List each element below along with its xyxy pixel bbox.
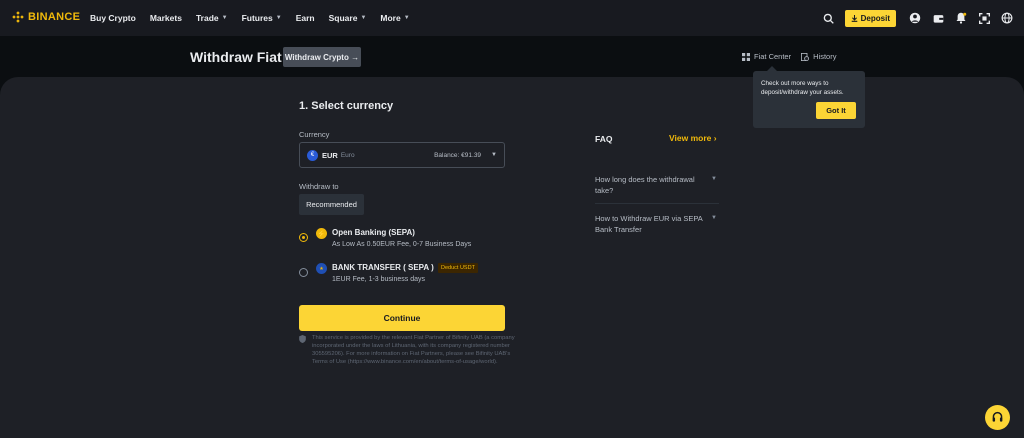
method-open-banking[interactable]: ⚡ Open Banking (SEPA) As Low As 0.50EUR … <box>299 228 539 260</box>
faq-item[interactable]: How long does the withdrawal take? ▼ <box>595 174 719 196</box>
nav-square[interactable]: Square ▼ <box>329 13 367 23</box>
nav-label: Markets <box>149 13 182 23</box>
currency-label: Currency <box>299 130 330 139</box>
radio-selected[interactable] <box>299 233 308 242</box>
binance-logo-icon <box>12 11 24 23</box>
currency-code: EUR <box>322 150 338 160</box>
main-menu: Buy Crypto Markets Trade ▼ Futures ▼ Earn … <box>90 0 424 36</box>
nav-label: More <box>380 13 401 23</box>
nav-label: Trade <box>195 13 219 23</box>
nav-earn[interactable]: Earn <box>296 13 315 23</box>
chevron-down-icon: ▼ <box>360 15 367 21</box>
faq-divider <box>595 203 719 204</box>
headset-icon <box>992 411 1003 422</box>
deposit-button[interactable]: Deposit <box>844 9 896 27</box>
step-title: 1. Select currency <box>299 100 394 112</box>
user-icon[interactable] <box>908 11 922 25</box>
nav-label: Futures <box>241 13 273 23</box>
nav-more[interactable]: More ▼ <box>380 13 409 23</box>
chevron-down-icon: ▼ <box>711 215 717 221</box>
chevron-down-icon: ▼ <box>275 15 282 21</box>
currency-balance: Balance: €91.39 <box>434 151 482 159</box>
euro-icon: € <box>307 149 318 161</box>
fiat-center-tooltip: Check out more ways to deposit/withdraw … <box>753 66 865 128</box>
shield-icon <box>299 335 306 343</box>
nav-label: Square <box>328 13 358 23</box>
currency-select[interactable]: € EUR Euro Balance: €91.39 ▼ <box>299 142 505 168</box>
nav-actions: Deposit <box>813 0 1014 36</box>
continue-button[interactable]: Continue <box>299 305 505 331</box>
chevron-down-icon: ▼ <box>221 15 228 21</box>
faq-item[interactable]: How to Withdraw EUR via SEPA Bank Transf… <box>595 213 719 235</box>
recommended-tab[interactable]: Recommended <box>299 194 364 215</box>
logo-text: BINANCE <box>28 11 81 23</box>
view-more-link[interactable]: View more › <box>669 133 717 143</box>
history-label: History <box>813 52 837 61</box>
lightning-icon: ⚡ <box>316 228 327 239</box>
chevron-down-icon: ▼ <box>403 15 410 21</box>
radio-unselected[interactable] <box>299 268 308 277</box>
method-bank-transfer[interactable]: ★ BANK TRANSFER ( SEPA ) Deduct USDT 1EU… <box>299 263 539 295</box>
got-it-button[interactable]: Got It <box>816 102 856 119</box>
chevron-down-icon: ▼ <box>491 152 497 158</box>
grid-icon <box>742 52 750 61</box>
nav-futures[interactable]: Futures ▼ <box>242 13 282 23</box>
method-subtitle: 1EUR Fee, 1-3 business days <box>332 276 425 283</box>
nav-trade[interactable]: Trade ▼ <box>196 13 228 23</box>
eu-flag-icon: ★ <box>316 263 327 274</box>
support-chat-button[interactable] <box>985 405 1010 430</box>
withdraw-to-label: Withdraw to <box>299 182 339 191</box>
disclaimer-text: This service is provided by the relevant… <box>312 335 515 365</box>
history-link[interactable]: History <box>801 52 836 61</box>
tooltip-text: Check out more ways to deposit/withdraw … <box>761 80 844 96</box>
globe-icon[interactable] <box>1000 11 1014 25</box>
withdraw-crypto-button[interactable]: Withdraw Crypto → <box>283 47 361 67</box>
nav-markets[interactable]: Markets <box>150 13 182 23</box>
search-icon[interactable] <box>822 11 836 25</box>
nav-label: Buy Crypto <box>90 13 136 23</box>
deduct-usdt-badge: Deduct USDT <box>438 263 478 273</box>
nav-label: Earn <box>295 13 315 23</box>
qr-scan-icon[interactable] <box>977 11 991 25</box>
fiat-center-link[interactable]: Fiat Center <box>742 52 791 61</box>
bell-icon[interactable] <box>954 11 968 25</box>
binance-logo[interactable]: BINANCE <box>12 11 80 23</box>
wallet-icon[interactable] <box>931 11 945 25</box>
method-title: Open Banking (SEPA) <box>332 228 415 237</box>
method-title: BANK TRANSFER ( SEPA ) <box>332 263 434 272</box>
currency-name: Euro <box>340 151 355 159</box>
nav-buy-crypto[interactable]: Buy Crypto <box>90 13 136 23</box>
header-links: Fiat Center History <box>742 52 846 61</box>
page-title: Withdraw Fiat <box>190 49 282 65</box>
faq-title: FAQ <box>595 134 613 144</box>
faq-question: How to Withdraw EUR via SEPA Bank Transf… <box>595 214 703 234</box>
deposit-label: Deposit <box>860 13 890 23</box>
chevron-down-icon: ▼ <box>711 176 717 182</box>
faq-question: How long does the withdrawal take? <box>595 175 695 195</box>
download-icon <box>851 14 857 22</box>
history-icon <box>801 52 810 61</box>
method-subtitle: As Low As 0.50EUR Fee, 0-7 Business Days <box>332 241 472 248</box>
fiat-center-label: Fiat Center <box>754 52 792 61</box>
top-nav: BINANCE Buy Crypto Markets Trade ▼ Future… <box>0 0 1024 36</box>
